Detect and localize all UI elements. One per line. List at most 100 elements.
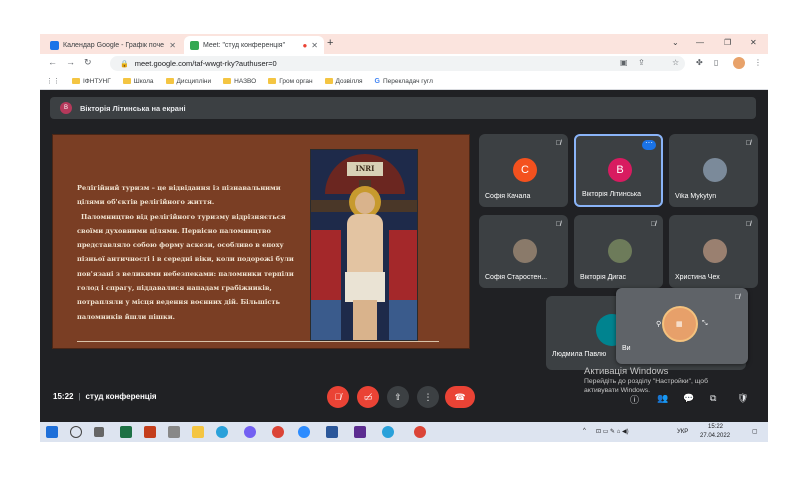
- chrome-icon-2[interactable]: [414, 426, 426, 438]
- close-window-icon[interactable]: ✕: [750, 38, 757, 47]
- chat-icon[interactable]: 💬: [683, 393, 694, 404]
- folder-icon: [324, 78, 333, 84]
- participant-name: Вікторія Дигас: [580, 274, 627, 281]
- close-icon[interactable]: ✕: [311, 41, 318, 50]
- menu-icon[interactable]: ⋮: [754, 58, 762, 67]
- bookmark-label: Дозвілля: [335, 77, 363, 85]
- more-options-icon[interactable]: ···: [642, 139, 656, 150]
- meet-icon: [190, 40, 199, 50]
- bookmark-label: НАЗВО: [234, 77, 257, 85]
- forward-icon[interactable]: →: [66, 57, 75, 67]
- reload-icon[interactable]: ↻: [84, 57, 92, 68]
- share-icon[interactable]: ⇪: [638, 58, 645, 67]
- people-icon[interactable]: 👥: [657, 393, 668, 404]
- bookmark-label: Перекладач гугл: [383, 77, 433, 85]
- telegram-icon[interactable]: [216, 426, 228, 438]
- participant-tile[interactable]: ··· В Вікторія Літинська: [574, 134, 663, 207]
- inri-sign: INRI: [347, 162, 383, 176]
- apps-icon[interactable]: ⋮⋮: [46, 77, 60, 85]
- participant-tile[interactable]: 🎙̸ С Софія Качала: [479, 134, 568, 207]
- mic-toggle-button[interactable]: 🎙̸: [327, 386, 349, 408]
- bookmark-ifntung[interactable]: ІФНТУНГ: [72, 78, 111, 85]
- minimize-icon[interactable]: —: [696, 38, 704, 47]
- sidebar-icon[interactable]: ▯: [714, 58, 718, 67]
- address-bar[interactable]: 🔒 meet.google.com/taf-wwgt-rky?authuser=…: [110, 56, 685, 71]
- participant-tile[interactable]: 🎙̸ Христина Чех: [669, 215, 758, 288]
- participant-name: Vika Mykytyn: [675, 193, 717, 200]
- url-text: meet.google.com/taf-wwgt-rky?authuser=0: [134, 59, 277, 68]
- folder-icon: [72, 78, 80, 84]
- participant-name: Людмила Павлю: [552, 351, 607, 358]
- mic-off-icon: 🎙̸: [734, 294, 740, 301]
- profile-avatar[interactable]: [733, 57, 745, 69]
- slide-paragraph-2: Паломництво від релігійного туризму відр…: [77, 212, 294, 321]
- layout-icon[interactable]: ▦: [676, 320, 683, 328]
- camera-icon[interactable]: ▣: [620, 58, 628, 67]
- clock-date[interactable]: 27.04.2022: [700, 433, 730, 439]
- search-icon[interactable]: [70, 426, 82, 438]
- powerpoint-icon[interactable]: [144, 426, 156, 438]
- participant-tile[interactable]: 🎙̸ Vika Mykytyn: [669, 134, 758, 207]
- bookmark-dozvillia[interactable]: Дозвілля: [324, 77, 363, 85]
- participant-name: Софія Старостен...: [485, 274, 548, 281]
- bookmark-disciplines[interactable]: Дисципліни: [165, 78, 211, 85]
- back-icon[interactable]: ←: [48, 57, 57, 67]
- self-view-tile[interactable]: 🎙̸ ⚲ ▦ ⤡ Ви: [616, 288, 748, 364]
- participant-avatar: С: [513, 158, 537, 182]
- tab-calendar[interactable]: Календар Google - Графік поче ✕: [44, 36, 182, 54]
- info-icon[interactable]: ⓘ: [630, 393, 639, 406]
- calendar-icon: [50, 40, 59, 50]
- language-indicator[interactable]: УКР: [677, 429, 688, 435]
- more-options-button[interactable]: ⋮: [417, 386, 439, 408]
- activities-icon[interactable]: ⧉: [710, 393, 716, 404]
- presenter-avatar: В: [60, 102, 72, 114]
- meet-call: В Вікторія Літинська на екрані Релігійни…: [40, 90, 768, 422]
- bookmark-grom-organ[interactable]: Гром орган: [268, 77, 313, 85]
- present-button[interactable]: ⇧: [387, 386, 409, 408]
- participant-photo: [703, 158, 727, 182]
- tab-search-icon[interactable]: ⌄: [672, 38, 679, 47]
- bookmark-translate[interactable]: G Перекладач гугл: [375, 78, 433, 85]
- task-view-icon[interactable]: [94, 427, 104, 437]
- extensions-icon[interactable]: ✤: [696, 58, 703, 67]
- restore-icon[interactable]: ❐: [724, 38, 731, 47]
- explorer-icon[interactable]: [192, 426, 204, 438]
- host-controls-icon[interactable]: 🛡: [737, 393, 748, 404]
- viber-icon[interactable]: [244, 426, 256, 438]
- bookmark-nazvo[interactable]: НАЗВО: [223, 78, 256, 85]
- self-label: Ви: [622, 345, 631, 352]
- bookmark-school[interactable]: Школа: [122, 78, 154, 85]
- telegram-icon-2[interactable]: [382, 426, 394, 438]
- files-icon[interactable]: [168, 426, 180, 438]
- browser-toolbar: ← → ↻ 🔒 meet.google.com/taf-wwgt-rky?aut…: [40, 54, 768, 73]
- word-icon[interactable]: [326, 426, 338, 438]
- leave-call-button[interactable]: ☎: [445, 386, 475, 408]
- tab-title: Meet: "студ конференція": [203, 41, 286, 49]
- folder-icon: [122, 78, 131, 84]
- save-icon[interactable]: [354, 426, 366, 438]
- shared-slide: Релігійний туризм – це відвідання із піз…: [52, 134, 470, 349]
- windows-taskbar: ^ ⊡ ▭ ✎ ⌂ ◀) УКР 15:22 27.04.2022 ▢: [40, 422, 768, 442]
- bookmark-star-icon[interactable]: ☆: [672, 58, 679, 67]
- bookmark-label: Гром орган: [279, 77, 313, 85]
- participant-tile[interactable]: 🎙̸ Вікторія Дигас: [574, 215, 663, 288]
- mic-off-icon: 🎙̸: [745, 221, 751, 228]
- camera-toggle-button[interactable]: ▭̸: [357, 386, 379, 408]
- close-icon[interactable]: ✕: [169, 41, 176, 50]
- excel-icon[interactable]: [120, 426, 132, 438]
- slide-text: Релігійний туризм – це відвідання із піз…: [77, 181, 309, 324]
- pin-icon[interactable]: ⚲: [656, 320, 661, 328]
- zoom-icon[interactable]: [298, 426, 310, 438]
- new-tab-button[interactable]: +: [327, 37, 333, 49]
- notifications-icon[interactable]: ▢: [752, 428, 758, 435]
- clock-time[interactable]: 15:22: [708, 424, 723, 430]
- slide-paragraph-1: Релігійний туризм – це відвідання із піз…: [77, 184, 281, 207]
- participant-tile[interactable]: 🎙̸ Софія Старостен...: [479, 215, 568, 288]
- chrome-icon[interactable]: [272, 426, 284, 438]
- minimize-self-icon[interactable]: ⤡: [702, 320, 708, 328]
- tray-chevron-icon[interactable]: ^: [583, 428, 586, 434]
- screen: Календар Google - Графік поче ✕ Meet: "с…: [40, 34, 768, 442]
- participant-name: Вікторія Літинська: [582, 191, 641, 198]
- windows-start-icon[interactable]: [46, 426, 58, 438]
- tab-meet[interactable]: Meet: "студ конференція" ● ✕: [184, 36, 324, 54]
